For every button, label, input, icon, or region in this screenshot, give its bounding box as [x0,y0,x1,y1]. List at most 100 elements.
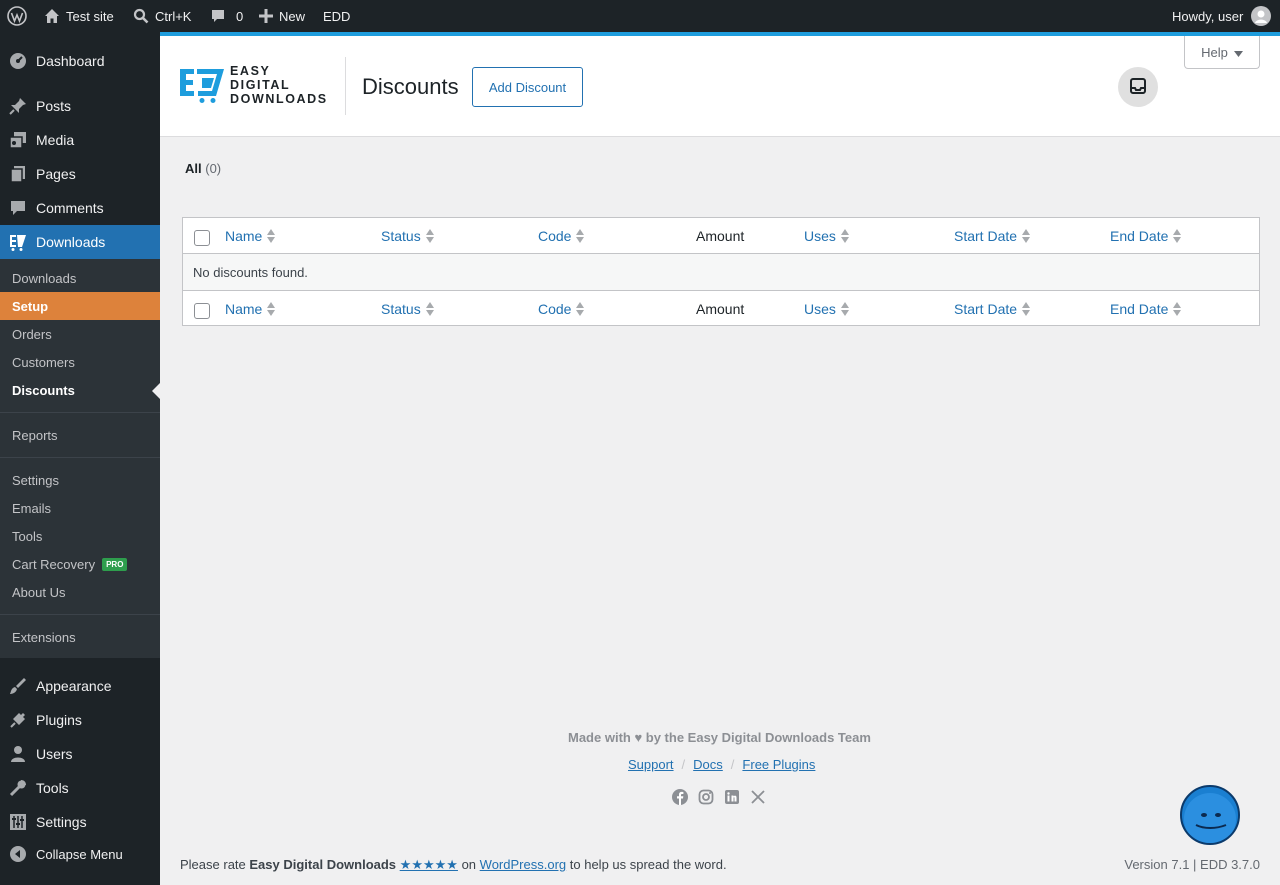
status-filter-all[interactable]: All (0) [185,161,221,176]
logo-line-1: EASY [230,63,271,78]
docs-link[interactable]: Docs [693,757,723,772]
column-status[interactable]: Status [381,218,434,254]
rate-suffix: to help us spread the word. [569,857,727,872]
sort-arrows-icon [1022,229,1031,243]
column-uses[interactable]: Uses [804,218,849,254]
notifications-button[interactable] [1118,67,1158,107]
my-account-link[interactable]: Howdy, user [1172,0,1272,32]
submenu-downloads-label: Downloads [12,270,77,286]
submenu-customers[interactable]: Customers [12,348,75,376]
add-discount-button[interactable]: Add Discount [472,67,583,107]
column-status-footer[interactable]: Status [381,291,434,327]
menu-plugins[interactable]: Plugins [0,703,160,737]
logo-line-3: DOWNLOADS [230,91,328,106]
column-code-footer[interactable]: Code [538,291,585,327]
table-header-row: Name Status Code Amount Uses Start Date … [183,218,1259,254]
edd-label: EDD [323,8,351,24]
submenu-about-us[interactable]: About Us [12,578,65,606]
submenu-reports[interactable]: Reports [12,421,58,449]
submenu-emails[interactable]: Emails [12,494,51,522]
pushpin-icon [0,97,36,115]
rate-plugin-name: Easy Digital Downloads [249,857,397,872]
avatar [1251,6,1272,26]
select-all-checkbox[interactable] [194,230,210,246]
column-status-label: Status [381,301,421,317]
menu-downloads-label: Downloads [36,234,106,250]
menu-downloads[interactable]: Downloads [0,225,160,259]
menu-media-label: Media [36,132,75,148]
empty-message: No discounts found. [193,264,308,280]
collapse-menu-button[interactable]: Collapse Menu [0,837,160,871]
site-name-link[interactable]: Test site [44,0,114,32]
edd-admin-link[interactable]: EDD [323,0,350,32]
menu-posts[interactable]: Posts [0,89,160,123]
column-name-footer[interactable]: Name [225,291,276,327]
version-text: Version 7.1 | EDD 3.7.0 [1124,857,1260,872]
howdy-label: Howdy, user [1172,8,1244,24]
submenu-setup-label: Setup [12,298,49,314]
menu-dashboard[interactable]: Dashboard [0,44,160,78]
edd-logo[interactable]: EASY DIGITAL DOWNLOADS [180,63,328,106]
new-content-link[interactable]: New [259,0,305,32]
submenu-discounts-label: Discounts [12,382,75,398]
column-start-date-footer[interactable]: Start Date [954,291,1031,327]
menu-tools[interactable]: Tools [0,771,160,805]
submenu-cart-recovery[interactable]: Cart Recovery PRO [12,550,128,578]
submenu-orders[interactable]: Orders [12,320,52,348]
support-chat-mascot-icon[interactable] [1180,785,1240,845]
menu-users[interactable]: Users [0,737,160,771]
edd-wordmark: EASY DIGITAL DOWNLOADS [230,64,328,106]
column-code-label: Code [538,228,572,244]
made-with-text: Made with ♥ by the Easy Digital Download… [568,730,871,745]
submenu-extensions-label: Extensions [12,629,76,645]
social-links [672,789,766,808]
help-label: Help [1201,44,1228,60]
x-twitter-icon[interactable] [750,789,766,808]
menu-plugins-label: Plugins [36,712,82,728]
column-amount-label: Amount [696,301,745,317]
submenu-downloads[interactable]: Downloads [12,264,76,292]
submenu-separator [0,412,160,413]
linkedin-icon[interactable] [724,789,740,808]
facebook-icon[interactable] [672,789,688,808]
menu-appearance[interactable]: Appearance [0,669,160,703]
select-all-checkbox-footer[interactable] [194,303,210,319]
sort-arrows-icon [1173,302,1182,316]
instagram-icon[interactable] [698,789,714,808]
header-divider [345,57,346,115]
menu-pages-label: Pages [36,166,76,182]
submenu-discounts[interactable]: Discounts [12,376,75,404]
submenu-settings[interactable]: Settings [12,466,59,494]
comment-bubble-icon [210,8,226,24]
menu-comments-label: Comments [36,200,104,216]
comments-link[interactable]: 0 [210,0,243,32]
wordpress-logo-icon[interactable] [7,0,27,32]
command-palette-button[interactable]: Ctrl+K [133,0,191,32]
wrench-icon [0,779,36,797]
menu-pages[interactable]: Pages [0,157,160,191]
submenu-cart-recovery-label: Cart Recovery [12,556,96,572]
submenu-extensions[interactable]: Extensions [12,623,76,651]
column-uses-footer[interactable]: Uses [804,291,849,327]
column-start-date[interactable]: Start Date [954,218,1031,254]
sort-arrows-icon [1022,302,1031,316]
menu-settings[interactable]: Settings [0,805,160,839]
submenu-customers-label: Customers [12,354,75,370]
help-tab-button[interactable]: Help [1184,36,1260,69]
column-code[interactable]: Code [538,218,585,254]
wordpress-org-link[interactable]: WordPress.org [480,857,566,872]
submenu-separator [0,457,160,458]
free-plugins-link[interactable]: Free Plugins [742,757,815,772]
column-end-date-footer[interactable]: End Date [1110,291,1182,327]
sort-arrows-icon [840,229,849,243]
submenu-tools[interactable]: Tools [12,522,42,550]
column-end-date[interactable]: End Date [1110,218,1182,254]
rate-stars-link[interactable]: ★★★★★ [400,857,458,872]
support-link[interactable]: Support [628,757,674,772]
menu-media[interactable]: Media [0,123,160,157]
submenu-about-us-label: About Us [12,584,66,600]
menu-comments[interactable]: Comments [0,191,160,225]
menu-tools-label: Tools [36,780,69,796]
column-name[interactable]: Name [225,218,276,254]
submenu-setup[interactable]: Setup [12,292,48,320]
